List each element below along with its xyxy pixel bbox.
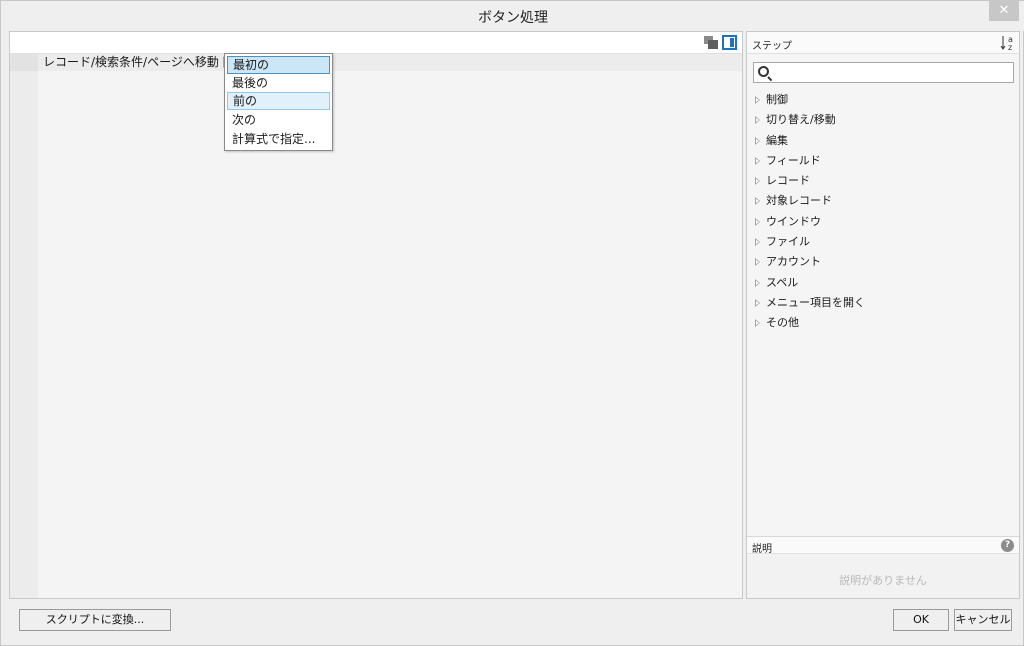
line-gutter — [10, 54, 38, 598]
copy-icon[interactable] — [704, 36, 718, 49]
toggle-panel-icon[interactable] — [722, 35, 737, 50]
description-header: 説明 ? — [747, 536, 1019, 555]
category-editing[interactable]: 編集 — [755, 131, 1019, 151]
category-open-menu-item[interactable]: メニュー項目を開く — [755, 293, 1019, 313]
dropdown-option-next[interactable]: 次の — [227, 111, 330, 129]
expand-triangle-icon[interactable] — [755, 258, 760, 267]
expand-triangle-icon[interactable] — [755, 116, 760, 125]
category-label: ウインドウ — [766, 214, 821, 228]
category-label: フィールド — [766, 153, 821, 167]
gutter-line-highlight — [10, 54, 38, 71]
category-records[interactable]: レコード — [755, 171, 1019, 191]
category-spelling[interactable]: スペル — [755, 273, 1019, 293]
steps-header-label: ステップ — [752, 41, 792, 52]
steps-panel: ステップ a z 制御 切り替え/移動 編集 フィールド レコード 対象レコード… — [746, 31, 1020, 599]
description-body: 説明がありません — [747, 555, 1019, 598]
expand-triangle-icon[interactable] — [755, 136, 760, 145]
expand-triangle-icon[interactable] — [755, 96, 760, 104]
category-label: 編集 — [766, 133, 788, 147]
steps-panel-header: ステップ a z — [747, 32, 1019, 54]
category-fields[interactable]: フィールド — [755, 151, 1019, 171]
expand-triangle-icon[interactable] — [755, 298, 760, 307]
category-label: ファイル — [766, 235, 810, 249]
help-icon[interactable]: ? — [1001, 539, 1014, 552]
editor-content[interactable] — [38, 54, 742, 598]
convert-to-script-button[interactable]: スクリプトに変換... — [19, 609, 171, 631]
category-miscellaneous[interactable]: その他 — [755, 313, 1019, 333]
category-label: レコード — [766, 174, 810, 188]
expand-triangle-icon[interactable] — [755, 217, 760, 226]
expand-triangle-icon[interactable] — [755, 238, 760, 247]
step-option-dropdown[interactable]: 最初の 最後の 前の 次の 計算式で指定... — [224, 53, 333, 151]
script-editor[interactable]: レコード/検索条件/ページへ移動 [ — [9, 31, 743, 599]
search-icon — [758, 66, 769, 77]
steps-search-input[interactable] — [753, 62, 1014, 83]
dropdown-option-previous[interactable]: 前の — [227, 92, 330, 110]
dialog-window: ボタン処理 ✕ レコード/検索条件/ページへ移動 [ 最初の 最後の 前の 次の… — [0, 0, 1024, 646]
expand-triangle-icon[interactable] — [755, 177, 760, 186]
category-accounts[interactable]: アカウント — [755, 252, 1019, 272]
svg-text:z: z — [1008, 43, 1012, 52]
description-empty-text: 説明がありません — [839, 574, 927, 587]
category-label: アカウント — [766, 255, 821, 269]
category-control[interactable]: 制御 — [755, 90, 1019, 110]
ok-button[interactable]: OK — [893, 609, 949, 631]
expand-triangle-icon[interactable] — [755, 197, 760, 206]
close-button[interactable]: ✕ — [989, 1, 1019, 21]
script-step-line[interactable]: レコード/検索条件/ページへ移動 [ — [43, 54, 227, 71]
category-windows[interactable]: ウインドウ — [755, 212, 1019, 232]
expand-triangle-icon[interactable] — [755, 278, 760, 287]
category-label: 切り替え/移動 — [766, 113, 836, 127]
cancel-button[interactable]: キャンセル — [954, 609, 1012, 631]
dropdown-option-first[interactable]: 最初の — [227, 56, 330, 74]
sort-az-icon[interactable]: a z — [1000, 34, 1014, 52]
category-files[interactable]: ファイル — [755, 232, 1019, 252]
category-found-sets[interactable]: 対象レコード — [755, 191, 1019, 211]
title-bar: ボタン処理 ✕ — [1, 1, 1024, 31]
category-label: メニュー項目を開く — [766, 295, 865, 309]
dropdown-option-last[interactable]: 最後の — [227, 74, 330, 92]
description-header-label: 説明 — [752, 544, 772, 555]
category-label: その他 — [766, 316, 799, 330]
step-categories: 制御 切り替え/移動 編集 フィールド レコード 対象レコード ウインドウ ファ… — [755, 90, 1019, 334]
dialog-title: ボタン処理 — [478, 10, 548, 26]
category-label: スペル — [766, 275, 799, 289]
category-navigation[interactable]: 切り替え/移動 — [755, 110, 1019, 130]
expand-triangle-icon[interactable] — [755, 156, 760, 165]
category-label: 対象レコード — [766, 194, 832, 208]
editor-toolbar — [10, 32, 742, 54]
dropdown-option-by-calculation[interactable]: 計算式で指定... — [227, 130, 330, 148]
expand-triangle-icon[interactable] — [755, 319, 760, 328]
category-label: 制御 — [766, 93, 788, 106]
